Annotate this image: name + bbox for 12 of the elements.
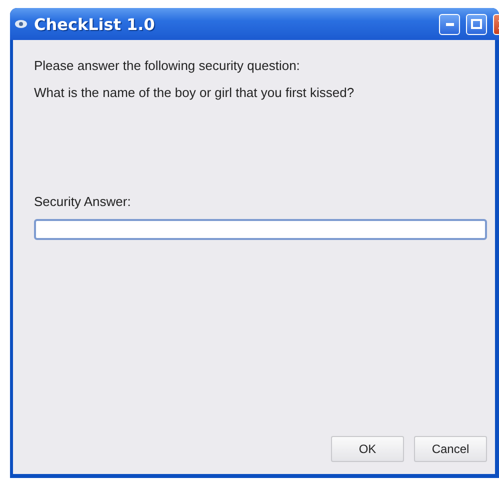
answer-label: Security Answer:	[34, 194, 132, 209]
maximize-icon	[471, 19, 482, 29]
ok-button[interactable]: OK	[331, 436, 404, 462]
prompt-text: Please answer the following security question:	[34, 58, 301, 73]
cancel-button[interactable]: Cancel	[414, 436, 487, 462]
window-title: CheckList 1.0	[34, 14, 156, 34]
app-icon	[14, 19, 28, 29]
question-text: What is the name of the boy or girl that you first kissed?	[34, 85, 356, 100]
answer-field[interactable]	[34, 219, 487, 240]
maximize-button[interactable]	[466, 14, 487, 34]
minimize-button[interactable]	[439, 14, 460, 34]
minimize-icon	[446, 22, 454, 26]
